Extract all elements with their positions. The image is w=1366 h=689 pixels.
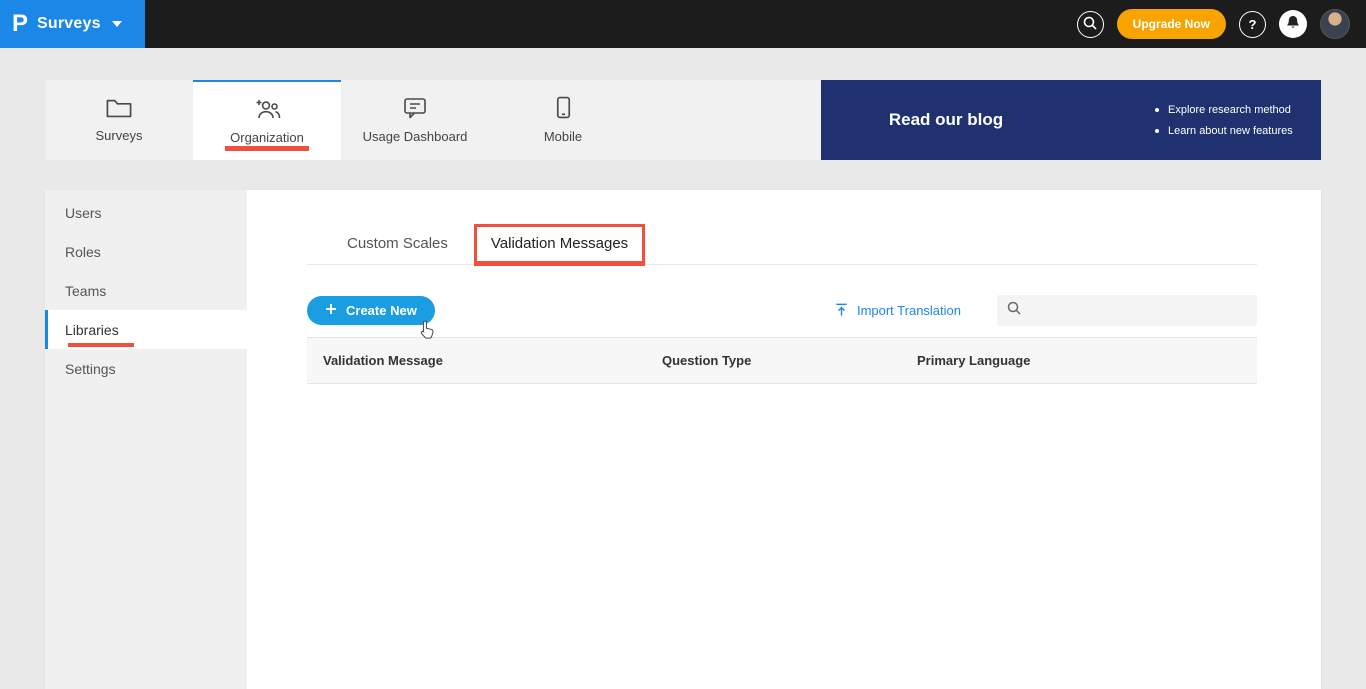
sidebar-item-label: Libraries bbox=[65, 321, 119, 338]
nav-tab-surveys[interactable]: Surveys bbox=[45, 80, 193, 160]
libraries-content: Custom Scales Validation Messages Create… bbox=[247, 190, 1321, 689]
tab-validation-messages[interactable]: Validation Messages bbox=[473, 224, 646, 266]
nav-tab-organization[interactable]: Organization bbox=[193, 80, 341, 160]
toolbar-right: Import Translation bbox=[834, 295, 1257, 326]
search-icon bbox=[1007, 301, 1021, 320]
sidebar-item-libraries[interactable]: Libraries bbox=[45, 310, 247, 349]
table-header-row: Validation Message Question Type Primary… bbox=[307, 337, 1257, 384]
import-translation-link[interactable]: Import Translation bbox=[834, 302, 961, 320]
tab-custom-scales[interactable]: Custom Scales bbox=[331, 225, 464, 264]
blog-link[interactable]: Read our blog bbox=[821, 110, 1071, 130]
people-add-icon bbox=[253, 98, 281, 123]
annotation-underline bbox=[68, 343, 134, 347]
chevron-down-icon bbox=[111, 21, 122, 27]
import-translation-label: Import Translation bbox=[856, 303, 961, 318]
blog-bullet-item: Explore research method bbox=[1155, 104, 1321, 116]
toolbar: Create New Import Translation bbox=[307, 295, 1257, 339]
notifications-button[interactable] bbox=[1279, 10, 1307, 38]
nav-tab-label: Mobile bbox=[543, 129, 583, 144]
search-button[interactable] bbox=[1076, 10, 1104, 38]
product-nav-tabs: Surveys Organization Usage Dashboard Mob… bbox=[45, 80, 637, 160]
product-nav: Surveys Organization Usage Dashboard Mob… bbox=[45, 80, 1321, 160]
create-new-button[interactable]: Create New bbox=[307, 296, 435, 325]
sidebar-item-users[interactable]: Users bbox=[45, 193, 247, 232]
sidebar-item-label: Settings bbox=[65, 360, 116, 377]
nav-tab-label: Usage Dashboard bbox=[362, 128, 468, 144]
question-mark-icon: ? bbox=[1248, 16, 1257, 32]
blog-bullet-list: Explore research method Learn about new … bbox=[1071, 104, 1321, 137]
brand-logo: P bbox=[12, 10, 29, 37]
topbar-actions: Upgrade Now ? bbox=[1076, 9, 1366, 39]
sidebar-item-label: Users bbox=[65, 204, 102, 221]
create-new-label: Create New bbox=[346, 303, 417, 318]
plus-icon bbox=[325, 303, 337, 318]
upgrade-now-button[interactable]: Upgrade Now bbox=[1116, 9, 1226, 39]
nav-tab-usage-dashboard[interactable]: Usage Dashboard bbox=[341, 80, 489, 160]
search-input[interactable] bbox=[1029, 303, 1247, 318]
sidebar-item-label: Teams bbox=[65, 282, 107, 299]
app-switcher[interactable]: P Surveys bbox=[0, 0, 145, 48]
topbar: P Surveys Upgrade Now ? bbox=[0, 0, 1366, 48]
sidebar-item-settings[interactable]: Settings bbox=[45, 349, 247, 388]
annotation-underline bbox=[225, 146, 309, 151]
search-icon bbox=[1083, 16, 1097, 33]
library-tabs: Custom Scales Validation Messages bbox=[307, 224, 1257, 266]
bell-icon bbox=[1286, 15, 1300, 33]
sidebar-item-label: Roles bbox=[65, 243, 101, 260]
blog-bullet-item: Learn about new features bbox=[1155, 125, 1321, 137]
nav-tab-mobile[interactable]: Mobile bbox=[489, 80, 637, 160]
table-search bbox=[997, 295, 1257, 326]
column-header-primary-language: Primary Language bbox=[917, 353, 1031, 368]
dashboard-chat-icon bbox=[403, 97, 427, 122]
help-button[interactable]: ? bbox=[1239, 10, 1266, 38]
nav-tab-label: Surveys bbox=[95, 127, 143, 143]
main-panel: Users Roles Teams Libraries Settings Cus… bbox=[45, 190, 1321, 689]
nav-tab-label: Organization bbox=[230, 129, 304, 145]
blog-promo-panel: Read our blog Explore research method Le… bbox=[821, 80, 1321, 160]
column-header-validation-message: Validation Message bbox=[323, 353, 443, 368]
user-avatar[interactable] bbox=[1320, 9, 1350, 39]
sidebar-item-roles[interactable]: Roles bbox=[45, 232, 247, 271]
mobile-phone-icon bbox=[556, 96, 571, 122]
settings-sidebar: Users Roles Teams Libraries Settings bbox=[45, 190, 247, 689]
app-name: Surveys bbox=[37, 15, 101, 32]
import-icon bbox=[834, 302, 849, 320]
folder-icon bbox=[106, 98, 132, 121]
sidebar-item-teams[interactable]: Teams bbox=[45, 271, 247, 310]
column-header-question-type: Question Type bbox=[662, 353, 752, 368]
